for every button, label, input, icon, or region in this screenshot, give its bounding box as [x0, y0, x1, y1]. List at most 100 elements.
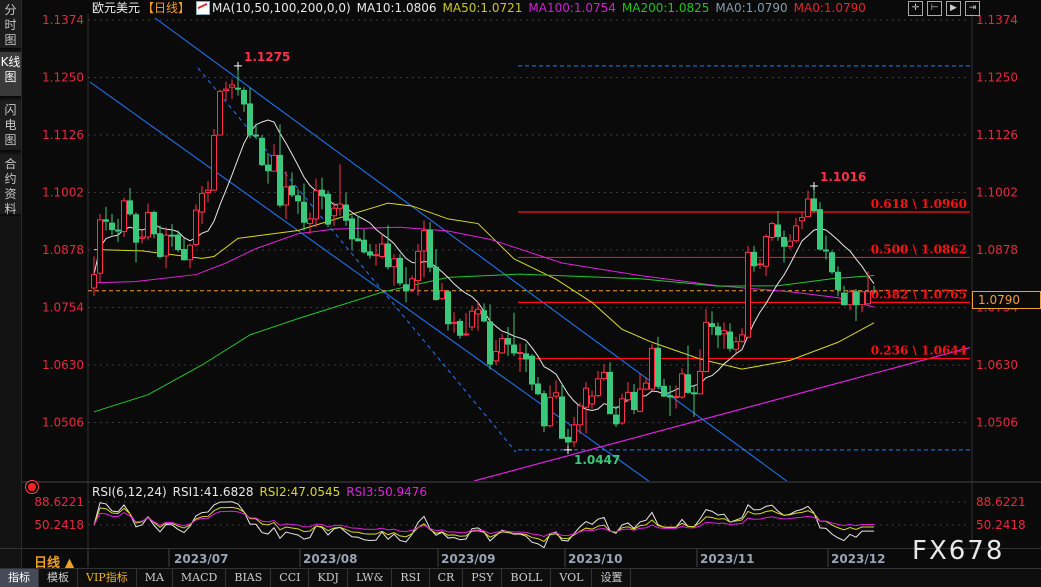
candle	[229, 79, 235, 99]
tab-rsi[interactable]: RSI	[392, 569, 430, 587]
candle	[121, 197, 127, 238]
sidebar-tab-contract-info[interactable]: 合约资料	[0, 154, 21, 216]
candle-body	[637, 388, 643, 412]
tab-lw[interactable]: LW&	[348, 569, 393, 587]
candle-body	[391, 258, 397, 268]
candle-body	[823, 249, 829, 252]
y-tick-label-left: 1.0878	[42, 243, 84, 257]
candle-body	[397, 257, 403, 284]
extreme-marker-icon	[234, 61, 242, 70]
candle-body	[217, 90, 223, 136]
tab-indicators[interactable]: 指标	[0, 569, 39, 587]
candle	[625, 382, 631, 403]
sidebar-tab-intraday[interactable]: 分时图	[0, 0, 21, 50]
candle-body	[841, 292, 847, 306]
month-label: 2023/07	[174, 552, 229, 566]
candle	[541, 390, 547, 433]
indicator-chart-icon[interactable]	[196, 1, 211, 15]
candle-body	[595, 378, 601, 397]
candle-body	[301, 201, 307, 223]
candle-body	[463, 333, 469, 336]
candle-body	[559, 396, 565, 439]
candle-body	[157, 233, 163, 257]
candle-body	[331, 207, 337, 217]
candle	[217, 89, 223, 136]
candle-body	[673, 396, 679, 399]
candle-body	[721, 330, 727, 335]
ma200-value: MA200:1.0825	[621, 1, 710, 15]
candle-body	[385, 243, 391, 268]
candle	[385, 225, 391, 270]
candle	[451, 312, 457, 333]
candle-body	[373, 254, 379, 257]
candle	[799, 212, 805, 230]
candle	[373, 243, 379, 266]
candle-body	[355, 238, 361, 242]
tab-ma[interactable]: MA	[137, 569, 173, 587]
candle-body	[469, 310, 475, 328]
candle	[361, 229, 367, 254]
candle	[667, 385, 673, 416]
sidebar-tab-flash[interactable]: 闪电图	[0, 100, 21, 152]
tab-bias[interactable]: BIAS	[226, 569, 272, 587]
candle-body	[535, 383, 541, 395]
period-label[interactable]: 【日线】	[142, 1, 190, 15]
extreme-marker-icon	[810, 182, 818, 191]
candle-body	[199, 192, 205, 213]
y-tick-label-right: 1.0878	[976, 243, 1018, 257]
candle	[823, 235, 829, 260]
candle-body	[253, 134, 259, 137]
indicator-settings-icon[interactable]	[28, 483, 36, 491]
candle-body	[709, 323, 715, 328]
candle-body	[661, 385, 667, 397]
rsi-level-label-left: 88.6221	[34, 495, 84, 509]
candle	[709, 311, 715, 335]
candle	[775, 211, 781, 241]
tab-templates[interactable]: 模板	[39, 569, 78, 587]
candle-body	[211, 134, 217, 191]
candle	[523, 343, 529, 372]
candle	[733, 336, 739, 353]
candle-body	[181, 249, 187, 261]
tab-vol[interactable]: VOL	[551, 569, 593, 587]
fib-level-label: 0.618 \ 1.0960	[871, 197, 967, 211]
candle	[511, 312, 517, 357]
candle-body	[739, 334, 745, 342]
candle	[715, 322, 721, 349]
candle-body	[667, 395, 673, 398]
candle-body	[793, 225, 799, 242]
fx678-watermark: FX678	[912, 536, 1005, 566]
candle-body	[751, 251, 757, 267]
tab-cci[interactable]: CCI	[271, 569, 310, 587]
zoom-range-icon[interactable]: ⊢	[927, 1, 942, 16]
ma-params[interactable]: MA(10,50,100,200,0,0)	[212, 1, 351, 15]
candle	[379, 234, 385, 259]
y-tick-label-right: 1.1002	[976, 185, 1018, 199]
candle-body	[313, 190, 319, 220]
candle	[133, 212, 139, 263]
tab-vip-indicators[interactable]: VIP指标	[78, 569, 137, 587]
candle-body	[379, 243, 385, 257]
candle-body	[409, 278, 415, 290]
candle	[337, 164, 343, 216]
trend-channel-mid	[197, 67, 517, 453]
candle-body	[193, 209, 199, 245]
candle-body	[337, 203, 343, 209]
candle	[241, 87, 247, 112]
tab-psy[interactable]: PSY	[463, 569, 503, 587]
tab-cr[interactable]: CR	[430, 569, 464, 587]
tab-boll[interactable]: BOLL	[502, 569, 552, 587]
rsi-params[interactable]: RSI(6,12,24)	[92, 485, 167, 499]
tab-kdj[interactable]: KDJ	[309, 569, 348, 587]
crosshair-icon[interactable]: ✛	[908, 1, 923, 16]
tab-macd[interactable]: MACD	[173, 569, 227, 587]
tab-settings[interactable]: 设置	[592, 569, 632, 587]
high-price-label: 1.1275	[244, 50, 290, 64]
exit-right-icon[interactable]: ⇥	[965, 1, 980, 16]
candle-body	[685, 374, 691, 393]
play-icon[interactable]: ▶	[946, 1, 961, 16]
candle-body	[715, 326, 721, 336]
high-price-label: 1.1016	[820, 170, 866, 184]
sidebar-tab-kline[interactable]: K线图	[0, 52, 21, 98]
candle	[163, 227, 169, 269]
